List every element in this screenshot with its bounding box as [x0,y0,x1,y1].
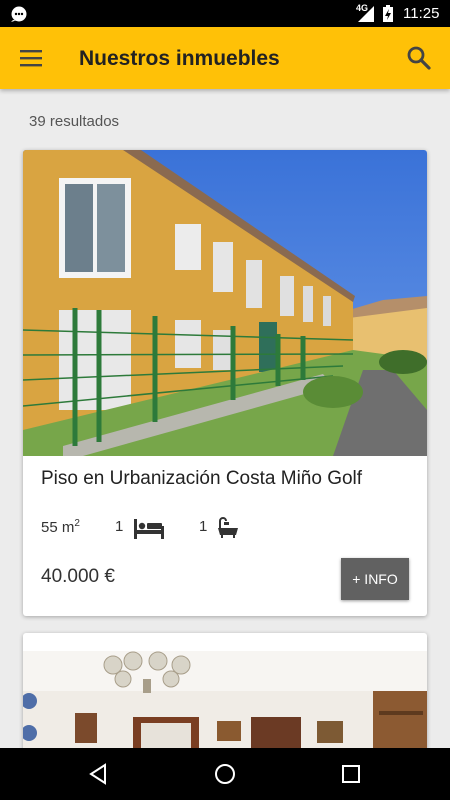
listing-card[interactable]: Piso en Urbanización Costa Miño Golf 55 … [23,150,427,616]
results-count: 39 resultados [29,113,120,130]
recents-icon[interactable] [339,762,363,786]
area-value: 55 m [41,519,75,536]
clock: 11:25 [403,5,440,22]
bed-icon [134,519,164,539]
menu-icon[interactable] [19,47,43,69]
bathrooms-count: 1 [199,518,208,535]
navigation-bar [0,748,450,800]
back-icon[interactable] [86,762,110,786]
price: 40.000 € [41,566,115,587]
app-bar: Nuestros inmuebles [0,27,450,89]
battery-icon [383,5,393,22]
signal-icon [358,6,374,22]
bedrooms-count: 1 [115,518,124,535]
property-photo[interactable] [23,150,427,456]
status-bar: 4G 11:25 [0,0,450,27]
area-unit-exponent: 2 [74,518,80,529]
listing-title[interactable]: Piso en Urbanización Costa Miño Golf [41,468,362,490]
area: 55 m2 [41,518,80,536]
home-icon[interactable] [213,762,237,786]
notification-icon [11,6,27,22]
more-info-button[interactable]: + INFO [341,558,409,600]
bathtub-icon [218,517,238,538]
page-title: Nuestros inmuebles [79,47,280,70]
search-icon[interactable] [406,45,432,71]
